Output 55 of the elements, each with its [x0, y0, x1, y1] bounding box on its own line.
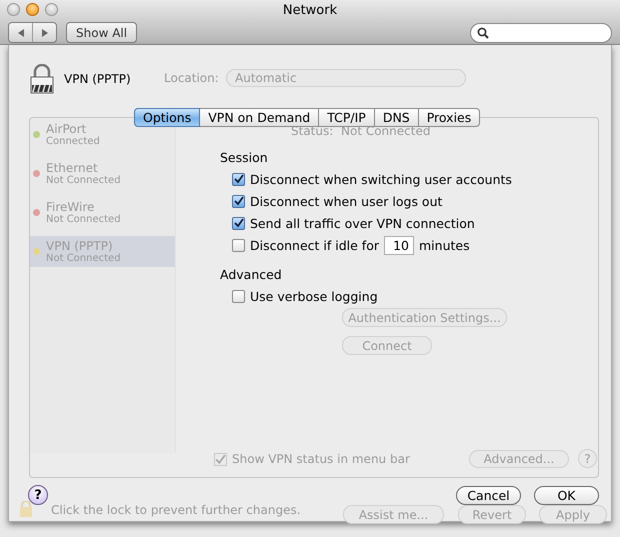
search-icon	[477, 26, 489, 38]
status-value: Not Connected	[341, 124, 430, 138]
option-label: Show VPN status in menu bar	[232, 452, 410, 466]
tab[interactable]: Proxies	[418, 108, 480, 127]
checkbox[interactable]	[232, 216, 245, 230]
service-label: VPN (PPTP) Not Connected	[46, 239, 121, 264]
window-button[interactable]	[7, 3, 20, 16]
back-icon[interactable]	[16, 28, 24, 36]
cancel-button[interactable]: Cancel	[456, 486, 521, 504]
option-label: Disconnect when user logs out	[250, 194, 442, 208]
tab[interactable]: TCP/IP	[319, 108, 375, 127]
ok-button[interactable]: OK	[534, 486, 599, 504]
section-heading: Advanced	[220, 267, 283, 282]
status-label: Status:	[291, 124, 334, 138]
search-field[interactable]	[470, 22, 612, 42]
checkbox[interactable]	[232, 172, 245, 186]
service-label: Ethernet Not Connected	[46, 161, 121, 186]
service-item[interactable]: FireWire Not Connected	[29, 197, 175, 228]
footer-button[interactable]: Assist me...	[343, 505, 444, 524]
window-button[interactable]	[26, 3, 39, 16]
service-name: VPN (PPTP)	[64, 72, 131, 86]
section-heading: Session	[220, 150, 269, 165]
back-forward-control[interactable]	[8, 22, 57, 43]
location-label: Location:	[164, 71, 219, 85]
window-button[interactable]	[45, 3, 58, 16]
show-all-button[interactable]: Show All	[66, 22, 138, 43]
option-label: Disconnect if idle for	[250, 238, 379, 252]
service-item[interactable]: VPN (PPTP) Not Connected	[29, 236, 175, 267]
connect-button[interactable]: Connect	[342, 336, 432, 355]
authentication-button[interactable]: Authentication Settings...	[342, 308, 507, 327]
service-label: FireWire Not Connected	[46, 200, 121, 225]
tab[interactable]: DNS	[374, 108, 419, 127]
advanced-button[interactable]: Advanced...	[469, 450, 569, 468]
help-button[interactable]: ?	[28, 485, 48, 505]
lock-message: Click the lock to prevent further changes.	[51, 503, 301, 517]
tab[interactable]: VPN on Demand	[200, 108, 320, 127]
forward-icon[interactable]	[40, 28, 48, 36]
checkbox[interactable]	[232, 238, 245, 252]
help-button[interactable]: ?	[578, 449, 597, 468]
option-label: Use verbose logging	[250, 288, 378, 304]
option-label: Disconnect when switching user accounts	[250, 172, 512, 186]
footer-button[interactable]: Apply	[539, 505, 607, 524]
unit-label: minutes	[419, 238, 470, 252]
location-popup[interactable]: Automatic	[226, 69, 466, 87]
footer-button[interactable]: Revert	[458, 505, 526, 524]
service-label: AirPort Connected	[46, 122, 100, 147]
checkbox[interactable]	[214, 452, 227, 466]
checkbox[interactable]	[232, 194, 245, 208]
checkbox[interactable]	[232, 290, 245, 302]
idle-minutes-field[interactable]: 10	[384, 236, 414, 254]
tab[interactable]: Options	[134, 108, 200, 127]
lock-icon	[30, 64, 54, 94]
service-item[interactable]: Ethernet Not Connected	[29, 158, 175, 189]
window-title: Network	[282, 3, 338, 18]
option-label: Send all traffic over VPN connection	[250, 216, 475, 230]
